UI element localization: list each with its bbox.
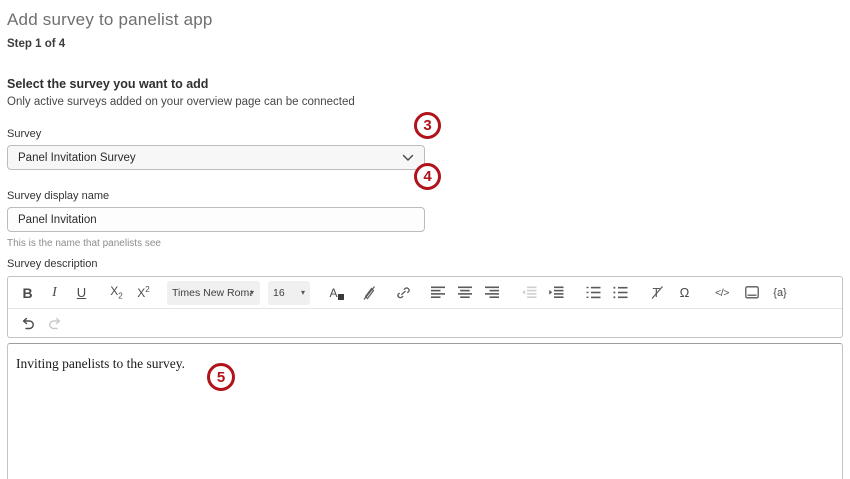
step-indicator: Step 1 of 4 — [7, 38, 66, 50]
outdent-icon — [522, 286, 537, 299]
description-text: Inviting panelists to the survey. — [16, 356, 185, 371]
toolbar-row-2 — [8, 308, 842, 337]
align-left-icon — [431, 286, 446, 299]
subscript-button[interactable]: X2 — [103, 281, 130, 305]
fullscreen-icon — [744, 285, 760, 300]
chevron-down-icon: ▾ — [300, 288, 305, 297]
display-name-helper: This is the name that panelists see — [7, 238, 161, 249]
align-right-button[interactable] — [479, 281, 506, 305]
survey-select-value: Panel Invitation Survey — [18, 151, 136, 164]
clear-formatting-icon: T — [650, 285, 665, 300]
undo-button[interactable] — [14, 311, 41, 335]
page-title: Add survey to panelist app — [7, 10, 213, 29]
section-heading: Select the survey you want to add — [7, 77, 209, 91]
align-center-icon — [458, 286, 473, 299]
align-left-button[interactable] — [425, 281, 452, 305]
fullscreen-button[interactable] — [738, 281, 765, 305]
highlight-pen-icon — [361, 285, 377, 301]
align-center-button[interactable] — [452, 281, 479, 305]
clear-formatting-button[interactable]: T — [644, 281, 671, 305]
indent-icon — [549, 286, 564, 299]
link-icon — [395, 285, 412, 301]
chevron-down-icon: ▾ — [250, 288, 255, 297]
annotation-circle-3: 3 — [414, 112, 441, 139]
chevron-down-icon — [402, 154, 414, 162]
superscript-button[interactable]: X2 — [130, 281, 157, 305]
unordered-list-icon — [613, 286, 628, 299]
align-right-icon — [485, 286, 500, 299]
underline-button[interactable]: U — [68, 281, 95, 305]
code-view-button[interactable]: </> — [706, 281, 738, 305]
indent-button[interactable] — [543, 281, 570, 305]
undo-icon — [20, 316, 36, 331]
special-character-button[interactable]: Ω — [671, 281, 698, 305]
underline-icon: U — [76, 285, 87, 300]
section-subheading: Only active surveys added on your overvi… — [7, 96, 355, 108]
font-size-value: 16 — [273, 286, 285, 299]
font-family-select[interactable]: Times New Roman ▾ — [167, 280, 260, 305]
subscript-icon: X2 — [110, 284, 123, 301]
font-family-value: Times New Roman — [172, 286, 252, 299]
annotation-circle-5: 5 — [207, 363, 235, 391]
description-editor[interactable]: Inviting panelists to the survey. — [7, 343, 843, 479]
redo-button — [41, 311, 68, 335]
bold-button[interactable]: B — [14, 281, 41, 305]
ordered-list-button[interactable] — [580, 281, 607, 305]
omega-icon: Ω — [679, 285, 690, 300]
superscript-icon: X2 — [137, 285, 150, 300]
italic-icon: I — [52, 284, 57, 300]
toolbar-row-1: B I U X2 X2 Times New Roman ▾ 16 ▾ A — [8, 277, 842, 308]
outdent-button — [516, 281, 543, 305]
font-color-icon: A — [329, 286, 344, 300]
display-name-label: Survey display name — [7, 190, 110, 202]
bold-icon: B — [22, 284, 33, 301]
annotation-circle-4: 4 — [414, 163, 441, 190]
survey-select[interactable]: Panel Invitation Survey — [7, 145, 425, 170]
rich-text-toolbar: B I U X2 X2 Times New Roman ▾ 16 ▾ A — [7, 276, 843, 338]
highlight-button[interactable] — [355, 281, 382, 305]
italic-button[interactable]: I — [41, 281, 68, 305]
font-color-button[interactable]: A — [320, 281, 347, 305]
redo-icon — [47, 316, 63, 331]
description-label: Survey description — [7, 258, 98, 270]
add-survey-page: Add survey to panelist app Step 1 of 4 S… — [0, 0, 850, 479]
ordered-list-icon — [586, 286, 601, 299]
display-name-input[interactable] — [7, 207, 425, 232]
merge-field-icon: {a} — [773, 286, 787, 299]
font-size-select[interactable]: 16 ▾ — [268, 280, 310, 305]
code-icon: </> — [715, 286, 729, 299]
link-button[interactable] — [390, 281, 417, 305]
unordered-list-button[interactable] — [607, 281, 634, 305]
merge-field-button[interactable]: {a} — [765, 281, 795, 305]
